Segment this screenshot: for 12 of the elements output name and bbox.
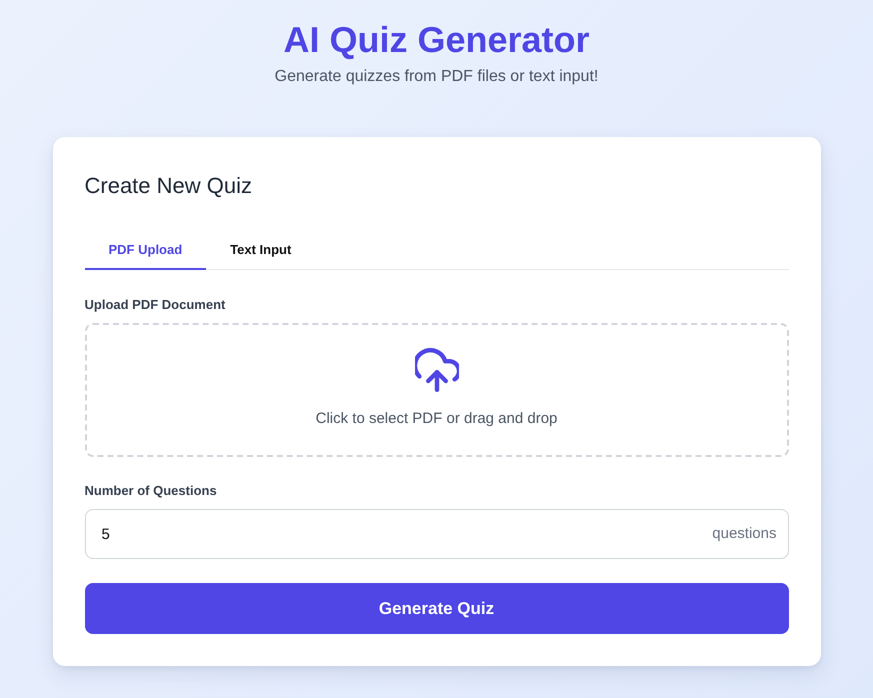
app-title: AI Quiz Generator <box>283 18 590 62</box>
field-label: Number of Questions <box>84 482 218 500</box>
generate-button[interactable]: Generate Quiz <box>84 583 788 634</box>
app-subtitle: Generate quizzes from PDF files or text input! <box>274 67 598 87</box>
field-label: Upload PDF Document <box>84 296 226 314</box>
upload-dropzone[interactable]: Click to select PDF or drag and drop <box>84 323 788 457</box>
tab[interactable]: PDF Upload <box>84 230 206 270</box>
tab[interactable]: Text Input <box>206 230 316 270</box>
dropzone-prompt: Click to select PDF or drag and drop <box>316 409 558 429</box>
unit-label: questions <box>712 524 776 544</box>
cloud-upload-icon <box>414 348 458 392</box>
card-title: Create New Quiz <box>84 172 254 200</box>
